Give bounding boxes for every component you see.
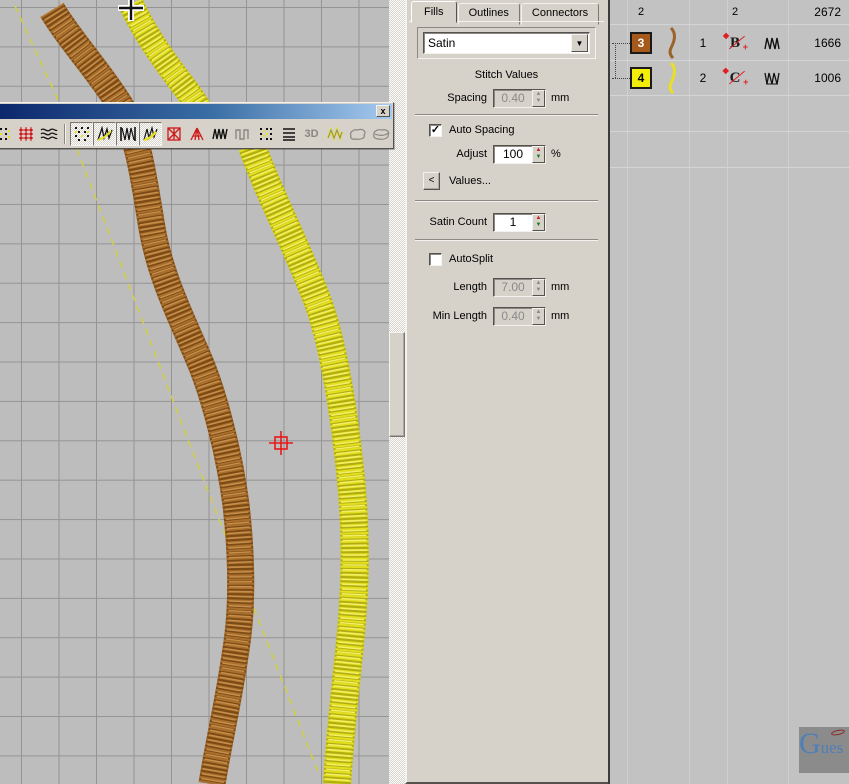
fill-fan-icon[interactable] [139, 122, 162, 146]
length-unit: mm [546, 281, 569, 293]
stitch-wave-yellow-icon[interactable] [323, 122, 346, 146]
input-tool-icon: C◆+ [716, 70, 754, 87]
min-length-unit: mm [546, 310, 569, 322]
connector-cell [610, 26, 628, 60]
stitch-type-value: Satin [424, 36, 571, 50]
embroidery-app-window: x [0, 0, 849, 784]
fill-satin-icon[interactable] [116, 122, 139, 146]
scrollbar-thumb[interactable] [389, 332, 405, 437]
3d-label: 3D [304, 128, 318, 140]
object-thumbnail [654, 62, 690, 94]
shape-cloud2-icon[interactable] [369, 122, 392, 146]
toolbar-buttons-row: 3D [0, 120, 393, 148]
stitch-zigzag-icon[interactable] [208, 122, 231, 146]
object-properties-panel: Fills Outlines Connectors Satin ▼ Stitch… [405, 0, 608, 784]
fill-tatami-icon[interactable] [70, 122, 93, 146]
object-order: 1 [690, 36, 716, 50]
toolbar-titlebar[interactable]: x [0, 104, 392, 119]
fill-cross-icon[interactable] [162, 122, 185, 146]
object-order: 2 [690, 71, 716, 85]
fills-tab-page: Satin ▼ Stitch Values Spacing ▲▼ mm ✓ Au… [409, 21, 604, 782]
stitch-type-icon [754, 36, 790, 51]
auto-split-checkbox[interactable]: ✓ [429, 253, 442, 266]
adjust-input[interactable] [494, 146, 532, 163]
sequence-row[interactable]: 3 1B◆+ 1666 [610, 26, 849, 61]
adjust-stepper[interactable]: ▲▼ [493, 145, 546, 164]
spinner-arrows-icon[interactable]: ▲▼ [532, 146, 545, 163]
min-length-input [494, 308, 532, 325]
spacing-label: Spacing [409, 92, 493, 104]
toolbar-separator [64, 124, 66, 144]
colors-count: 2 [628, 6, 654, 18]
chevron-down-icon[interactable]: ▼ [571, 34, 588, 52]
values-collapse-button[interactable]: < [423, 172, 440, 190]
sequence-row[interactable]: 4 2C◆+ 1006 [610, 61, 849, 96]
spacing-unit: mm [546, 92, 569, 104]
stitch-values-title: Stitch Values [409, 69, 604, 81]
stitch-type-frame: Satin ▼ [417, 27, 596, 59]
color-chip[interactable]: 4 [630, 67, 652, 89]
stitch-lines-icon[interactable] [277, 122, 300, 146]
separator [415, 200, 598, 202]
stitch-type-dropdown[interactable]: Satin ▼ [423, 32, 590, 54]
separator [415, 114, 598, 116]
guest-watermark: Gues [799, 727, 849, 773]
stitch-3d-icon[interactable]: 3D [300, 122, 323, 146]
auto-split-label: AutoSplit [449, 253, 493, 265]
adjust-label: Adjust [409, 148, 493, 160]
fill-triangle-icon[interactable] [185, 122, 208, 146]
satin-count-label: Satin Count [409, 216, 493, 228]
watermark-logo-icon [831, 729, 846, 737]
sequence-header: 2 2 2672 [610, 0, 849, 25]
length-stepper: ▲▼ [493, 278, 546, 297]
stitch-blanket-icon[interactable] [231, 122, 254, 146]
separator [415, 239, 598, 241]
properties-tabs: Fills Outlines Connectors [411, 1, 600, 23]
satin-count-input[interactable] [494, 214, 532, 231]
close-icon[interactable]: x [376, 105, 390, 117]
adjust-unit: % [546, 148, 561, 160]
stitch-type-toolbar[interactable]: x [0, 102, 394, 149]
spacing-input [494, 90, 532, 107]
spinner-arrows-icon: ▲▼ [532, 279, 545, 296]
length-label: Length [409, 281, 493, 293]
min-length-label: Min Length [409, 310, 493, 322]
fill-motif-icon[interactable] [254, 122, 277, 146]
auto-spacing-checkbox[interactable]: ✓ [429, 124, 442, 137]
input-tool-icon: B◆+ [716, 35, 754, 52]
fill-zigzag-curve-icon[interactable] [93, 122, 116, 146]
insertion-marker [269, 431, 293, 455]
object-thumbnail [654, 27, 690, 59]
satin-column-yellow [252, 146, 355, 784]
auto-spacing-label: Auto Spacing [449, 124, 514, 136]
shape-cloud-icon[interactable] [346, 122, 369, 146]
tab-fills[interactable]: Fills [411, 1, 457, 23]
spinner-arrows-icon[interactable]: ▲▼ [532, 214, 545, 231]
values-button-label[interactable]: Values... [440, 175, 491, 187]
fill-pattern-icon[interactable] [0, 122, 14, 146]
fill-wave-icon[interactable] [37, 122, 60, 146]
stitch-count: 1006 [790, 71, 845, 85]
fill-grid-icon[interactable] [14, 122, 37, 146]
satin-count-stepper[interactable]: ▲▼ [493, 213, 546, 232]
total-stitch-count: 2672 [790, 5, 845, 19]
objects-count: 2 [716, 6, 754, 18]
min-length-stepper: ▲▼ [493, 307, 546, 326]
tree-connector [615, 43, 616, 78]
stitch-type-icon [754, 71, 790, 86]
color-chip[interactable]: 3 [630, 32, 652, 54]
spinner-arrows-icon: ▲▼ [532, 308, 545, 325]
sequence-list-panel: 2 2 2672 31B◆+166642C◆+1006 Gues [608, 0, 849, 784]
stitch-count: 1666 [790, 36, 845, 50]
length-input [494, 279, 532, 296]
spinner-arrows-icon: ▲▼ [532, 90, 545, 107]
spacing-stepper: ▲▼ [493, 89, 546, 108]
connector-cell [610, 61, 628, 95]
